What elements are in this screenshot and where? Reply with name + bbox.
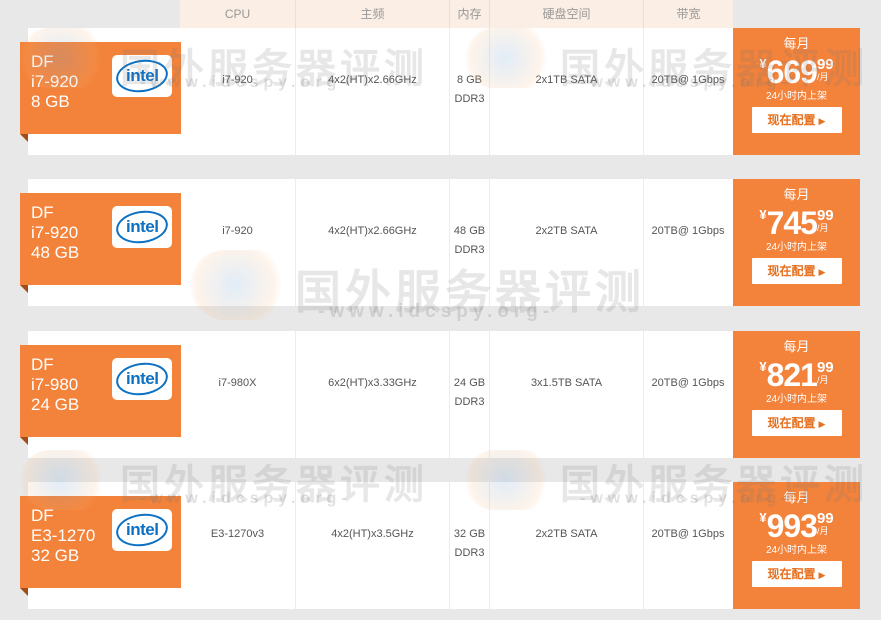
price-period: 每月 <box>783 490 810 505</box>
bandwidth-cell: 20TB@ 1Gbps <box>651 528 725 540</box>
price-integer: 993 <box>766 508 818 544</box>
setup-time-note: 24小时内上架 <box>765 91 828 102</box>
intel-logo-text: intel <box>125 369 159 389</box>
cpu-cell: E3-1270v3 <box>180 482 296 609</box>
price-period: 每月 <box>783 339 810 354</box>
plan-name-ribbon: DF i7-920 8 GB intel <box>20 42 181 142</box>
currency-symbol: ¥ <box>759 359 767 374</box>
header-memory: 内存 <box>450 0 490 28</box>
frequency-cell: 4x2(HT)x2.66GHz <box>296 28 450 155</box>
header-disk: 硬盘空间 <box>490 0 644 28</box>
setup-time-note: 24小时内上架 <box>765 242 828 253</box>
arrow-right-icon: ▶ <box>818 116 826 126</box>
price-box: 每月 ¥821 99/月 24小时内上架 现在配置 ▶ <box>733 331 860 458</box>
header-cpu: CPU <box>180 0 296 28</box>
price-amount: ¥669 99/月 <box>733 54 860 90</box>
cpu-cell: i7-920 <box>180 28 296 155</box>
arrow-right-icon: ▶ <box>818 419 826 429</box>
frequency-cell: 4x2(HT)x3.5GHz <box>296 482 450 609</box>
price-amount: ¥821 99/月 <box>733 357 860 393</box>
bandwidth-cell: 20TB@ 1Gbps <box>651 74 725 86</box>
price-box: 每月 ¥745 99/月 24小时内上架 现在配置 ▶ <box>733 179 860 306</box>
currency-symbol: ¥ <box>759 56 767 71</box>
memory-cell: 48 GB DDR3 <box>450 179 490 306</box>
bandwidth-cell: 20TB@ 1Gbps <box>651 377 725 389</box>
configure-now-label: 现在配置 <box>767 416 816 430</box>
price-unit: /月 <box>816 375 829 385</box>
price-integer: 669 <box>766 54 818 90</box>
currency-symbol: ¥ <box>759 510 767 525</box>
disk-cell: 3x1.5TB SATA <box>490 331 644 458</box>
configure-now-button[interactable]: 现在配置 ▶ <box>751 107 842 133</box>
price-decimal: 99 <box>816 207 834 224</box>
configure-now-button[interactable]: 现在配置 ▶ <box>751 258 842 284</box>
memory-cell: 24 GB DDR3 <box>450 331 490 458</box>
price-integer: 821 <box>766 357 818 393</box>
price-period: 每月 <box>783 187 810 202</box>
price-unit: /月 <box>816 72 829 82</box>
price-period: 每月 <box>783 36 810 51</box>
table-header: CPU 主频 内存 硬盘空间 带宽 <box>180 0 733 28</box>
intel-logo: intel <box>112 55 172 97</box>
cpu-cell: i7-980X <box>180 331 296 458</box>
intel-logo-text: intel <box>125 217 159 237</box>
price-amount: ¥993 99/月 <box>733 508 860 544</box>
frequency-cell: 6x2(HT)x3.33GHz <box>296 331 450 458</box>
price-integer: 745 <box>766 205 818 241</box>
intel-logo: intel <box>112 358 172 400</box>
configure-now-label: 现在配置 <box>767 264 816 278</box>
price-unit: /月 <box>816 526 829 536</box>
plan-name-ribbon: DF i7-920 48 GB intel <box>20 193 181 293</box>
price-box: 每月 ¥993 99/月 24小时内上架 现在配置 ▶ <box>733 482 860 609</box>
arrow-right-icon: ▶ <box>818 267 826 277</box>
price-decimal: 99 <box>816 510 834 527</box>
price-decimal: 99 <box>816 56 834 73</box>
price-decimal: 99 <box>816 359 834 376</box>
price-box: 每月 ¥669 99/月 24小时内上架 现在配置 ▶ <box>733 28 860 155</box>
disk-cell: 2x2TB SATA <box>490 179 644 306</box>
intel-logo: intel <box>112 206 172 248</box>
intel-logo-text: intel <box>125 66 159 86</box>
header-bandwidth: 带宽 <box>676 7 701 21</box>
plan-name-ribbon: DF i7-980 24 GB intel <box>20 345 181 445</box>
intel-logo-text: intel <box>125 520 159 540</box>
frequency-cell: 4x2(HT)x2.66GHz <box>296 179 450 306</box>
memory-cell: 32 GB DDR3 <box>450 482 490 609</box>
configure-now-button[interactable]: 现在配置 ▶ <box>751 561 842 587</box>
disk-cell: 2x1TB SATA <box>490 28 644 155</box>
arrow-right-icon: ▶ <box>818 570 826 580</box>
intel-logo: intel <box>112 509 172 551</box>
header-frequency: 主频 <box>296 0 450 28</box>
disk-cell: 2x2TB SATA <box>490 482 644 609</box>
price-amount: ¥745 99/月 <box>733 205 860 241</box>
currency-symbol: ¥ <box>759 207 767 222</box>
configure-now-label: 现在配置 <box>767 113 816 127</box>
memory-cell: 8 GB DDR3 <box>450 28 490 155</box>
plan-name-ribbon: DF E3-1270 32 GB intel <box>20 496 181 596</box>
setup-time-note: 24小时内上架 <box>765 545 828 556</box>
cpu-cell: i7-920 <box>180 179 296 306</box>
configure-now-button[interactable]: 现在配置 ▶ <box>751 410 842 436</box>
bandwidth-cell: 20TB@ 1Gbps <box>651 225 725 237</box>
configure-now-label: 现在配置 <box>767 567 816 581</box>
price-unit: /月 <box>816 223 829 233</box>
setup-time-note: 24小时内上架 <box>765 394 828 405</box>
